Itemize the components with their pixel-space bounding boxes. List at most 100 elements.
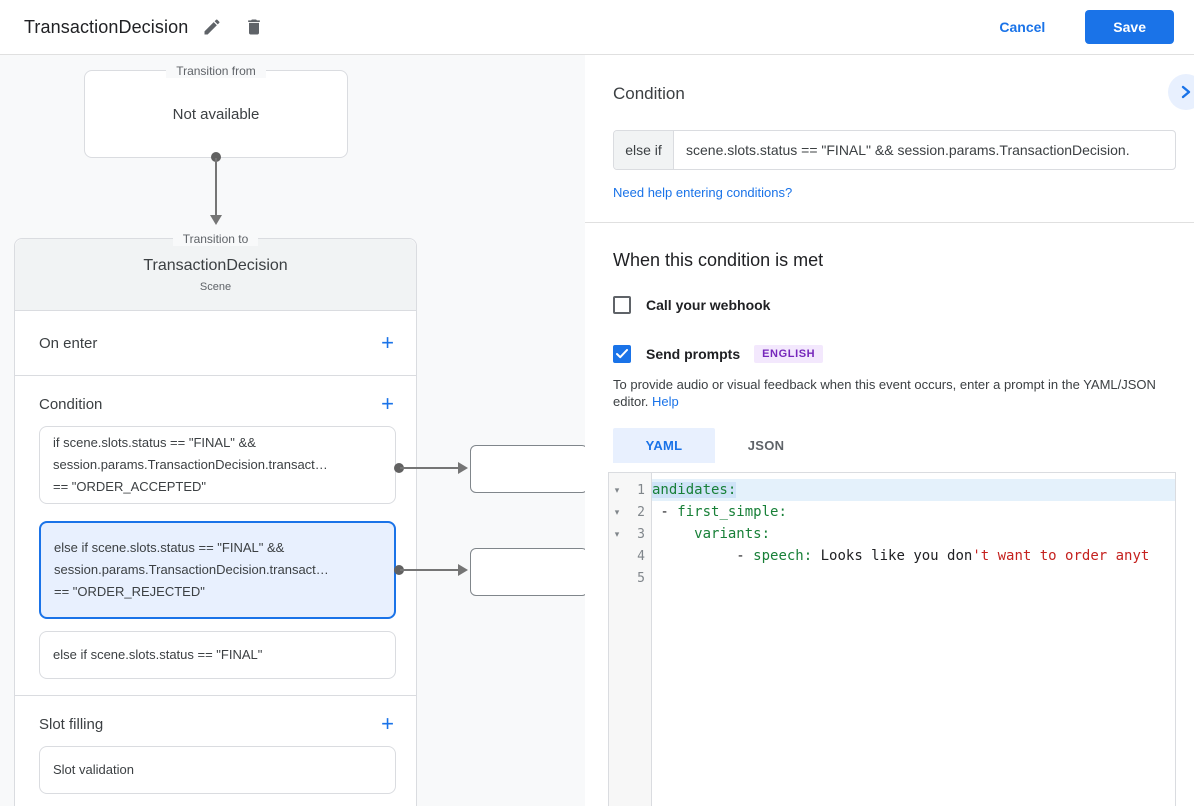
slot-filling-section-label: Slot filling	[39, 715, 104, 733]
editor-code-area[interactable]: andidates: - first_simple: variants: - s…	[652, 473, 1175, 806]
delete-scene-button[interactable]	[236, 9, 272, 45]
scene-name: TransactionDecision	[143, 256, 288, 274]
feedback-help-text: To provide audio or visual feedback when…	[613, 376, 1175, 410]
condition-section-header: Condition +	[15, 384, 416, 424]
trash-icon	[248, 19, 261, 35]
scene-editor-window: TransactionDecision Cancel Save Transiti…	[0, 0, 1194, 806]
arrow-right-icon	[458, 564, 468, 576]
line-number: 1	[637, 482, 645, 498]
code-line: - first_simple:	[652, 501, 1175, 523]
code-line: - speech: Looks like you don't want to o…	[652, 545, 1175, 567]
card-line: session.params.TransactionDecision.trans…	[54, 562, 329, 577]
code-segment: -	[652, 548, 754, 564]
code-line: andidates:	[652, 479, 1175, 501]
save-button[interactable]: Save	[1085, 10, 1174, 44]
transition-from-value: Not available	[172, 105, 260, 123]
fold-arrow-icon[interactable]: ▾	[609, 529, 625, 540]
card-line: session.params.TransactionDecision.trans…	[53, 457, 328, 472]
code-segment: Looks like you don	[812, 548, 973, 564]
scene-diagram-canvas: Transition from Not available Transition…	[0, 55, 585, 806]
line-number: 5	[637, 570, 645, 586]
gutter-row: 5	[609, 567, 651, 589]
card-line: else if scene.slots.status == "FINAL" &&	[54, 540, 285, 555]
code-segment: speech:	[753, 548, 813, 564]
condition-section-label: Condition	[39, 395, 103, 413]
transition-from-box[interactable]: Transition from Not available	[84, 64, 348, 158]
slot-card[interactable]: Slot validation	[39, 746, 396, 794]
edit-title-button[interactable]	[194, 9, 230, 45]
gutter-row: ▾ 3	[609, 523, 651, 545]
checkmark-icon	[616, 349, 628, 359]
condition-panel-title: Condition	[613, 84, 685, 103]
card-line: == "ORDER_ACCEPTED"	[53, 479, 206, 494]
scene-header[interactable]: TransactionDecision Scene	[15, 239, 416, 311]
chevron-right-icon	[1181, 85, 1191, 99]
condition-card[interactable]: else if scene.slots.status == "FINAL" &&…	[39, 521, 396, 619]
conditions-help-link[interactable]: Need help entering conditions?	[613, 185, 792, 200]
add-slot-button[interactable]: +	[381, 713, 394, 735]
webhook-row: Call your webhook	[613, 296, 770, 314]
transition-from-legend: Transition from	[85, 62, 347, 80]
language-badge: ENGLISH	[754, 345, 824, 363]
fold-arrow-icon[interactable]: ▾	[609, 485, 625, 496]
send-prompts-checkbox[interactable]	[613, 345, 631, 363]
add-condition-button[interactable]: +	[381, 393, 394, 415]
card-line: == "ORDER_REJECTED"	[54, 584, 205, 599]
help-link[interactable]: Help	[652, 394, 679, 409]
card-line: Slot validation	[53, 762, 134, 777]
code-segment: -	[652, 504, 678, 520]
slot-filling-section-header: Slot filling +	[15, 704, 416, 744]
transition-to-box: Transition to TransactionDecision Scene …	[14, 232, 417, 806]
slot-card-list: Slot validation	[15, 746, 416, 794]
scene-type-label: Scene	[199, 280, 232, 293]
send-prompts-row: Send prompts ENGLISH	[613, 345, 824, 363]
condition-card-list: if scene.slots.status == "FINAL" && sessi…	[15, 426, 416, 679]
yaml-editor: ▾ 1 ▾ 2 ▾ 3 4 5 andidates: - first_simple: vari…	[608, 472, 1176, 806]
line-number: 3	[637, 526, 645, 542]
code-segment: andidates:	[652, 482, 737, 498]
line-number: 2	[637, 504, 645, 520]
panel-divider	[585, 222, 1194, 223]
condition-section: Condition + if scene.slots.status == "FI…	[15, 376, 416, 696]
send-prompts-label: Send prompts	[646, 346, 741, 362]
card-line: else if scene.slots.status == "FINAL"	[53, 647, 263, 662]
condition2-target-box[interactable]	[470, 548, 585, 596]
arrow-down-icon	[210, 215, 222, 225]
card-line: if scene.slots.status == "FINAL" &&	[53, 435, 256, 450]
condition2-connector-line	[400, 569, 458, 571]
fold-arrow-icon[interactable]: ▾	[609, 507, 625, 518]
line-number: 4	[637, 548, 645, 564]
editor-gutter: ▾ 1 ▾ 2 ▾ 3 4 5	[609, 473, 652, 806]
code-segment: variants:	[694, 526, 771, 542]
gutter-row: ▾ 1	[609, 479, 651, 501]
collapse-panel-button[interactable]	[1168, 74, 1194, 110]
add-on-enter-button[interactable]: +	[381, 332, 394, 354]
tab-json[interactable]: JSON	[715, 428, 817, 463]
condition1-target-box[interactable]	[470, 445, 585, 493]
pencil-icon	[204, 19, 220, 35]
connector-line	[215, 158, 217, 215]
editor-tabs: YAML JSON	[613, 428, 817, 463]
feedback-text-body: To provide audio or visual feedback when…	[613, 377, 1156, 409]
page-title: TransactionDecision	[24, 16, 189, 37]
code-segment: first_simple:	[677, 504, 787, 520]
condition-expression-input[interactable]: scene.slots.status == "FINAL" && session…	[674, 131, 1175, 169]
call-webhook-label: Call your webhook	[646, 297, 771, 313]
on-enter-row: On enter +	[15, 311, 416, 376]
condition-card[interactable]: if scene.slots.status == "FINAL" && sessi…	[39, 426, 396, 504]
call-webhook-checkbox[interactable]	[613, 296, 631, 314]
condition-prefix: else if	[614, 131, 674, 169]
gutter-row: 4	[609, 545, 651, 567]
condition1-connector-line	[400, 467, 458, 469]
when-met-title: When this condition is met	[613, 250, 824, 270]
cancel-button[interactable]: Cancel	[983, 11, 1061, 43]
condition-input-row: else if scene.slots.status == "FINAL" &&…	[613, 130, 1176, 170]
condition-detail-panel: Condition else if scene.slots.status == …	[585, 55, 1194, 806]
condition-card[interactable]: else if scene.slots.status == "FINAL"	[39, 631, 396, 679]
gutter-row: ▾ 2	[609, 501, 651, 523]
tab-yaml[interactable]: YAML	[613, 428, 715, 463]
code-segment: 't want to order anyt	[972, 548, 1150, 564]
on-enter-label: On enter	[39, 334, 98, 352]
